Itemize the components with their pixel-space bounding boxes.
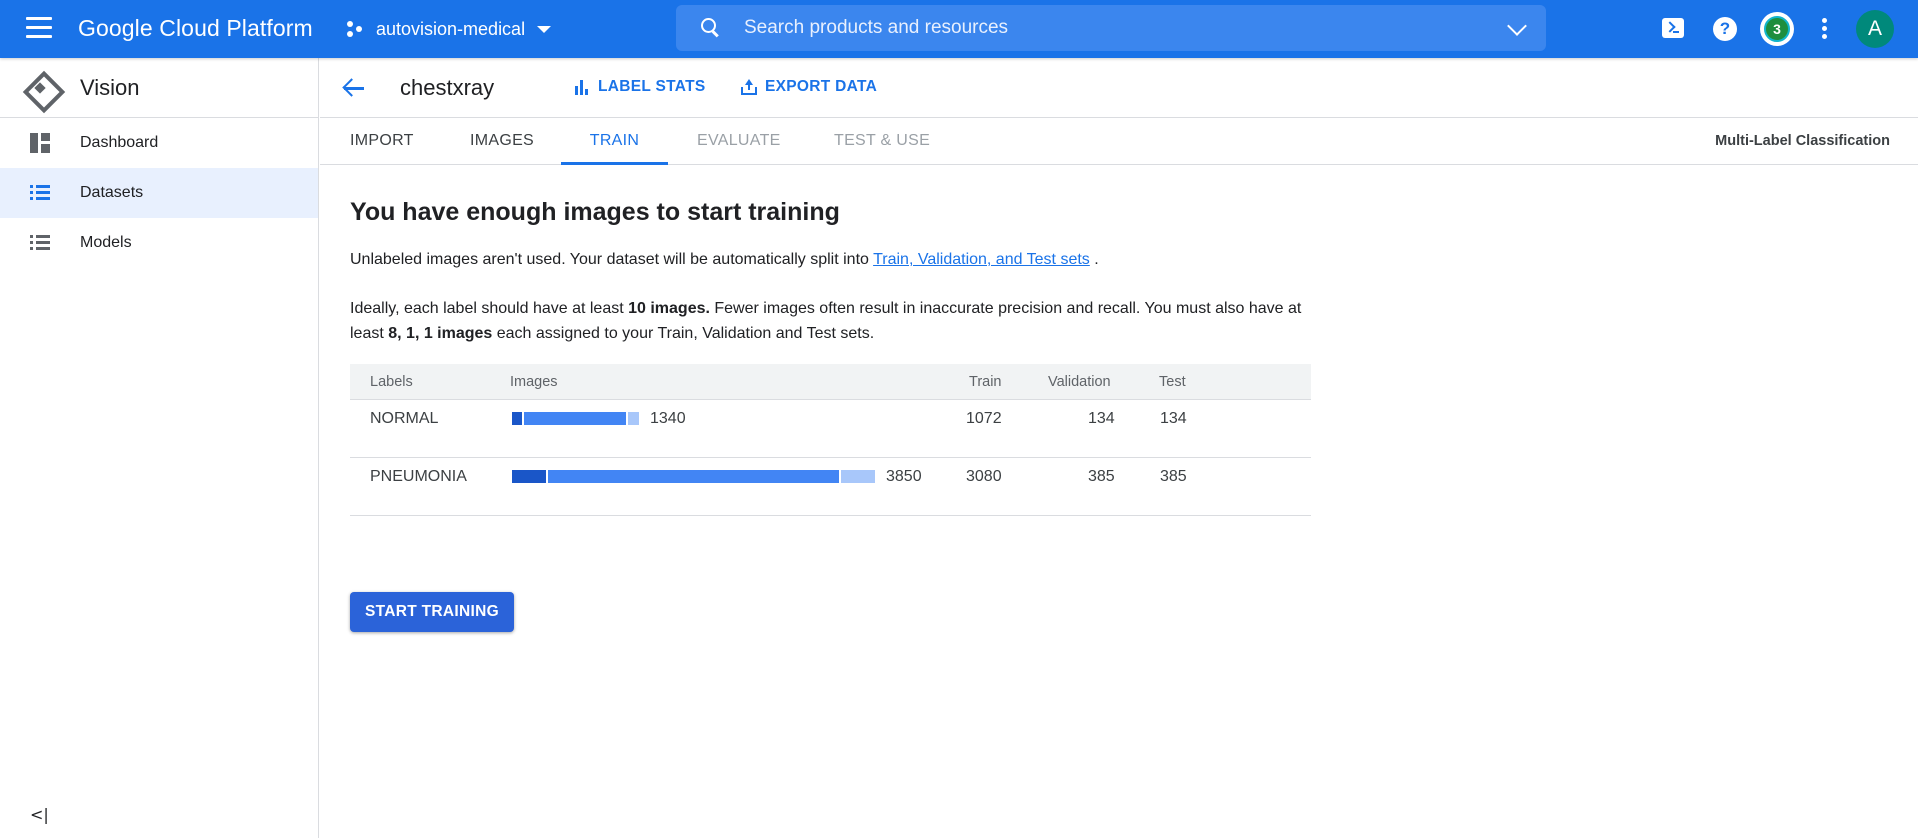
split-info-text: Unlabeled images aren't used. Your datas… — [350, 250, 1099, 270]
tab-train[interactable]: TRAIN — [561, 118, 668, 165]
start-training-button[interactable]: START TRAINING — [350, 592, 514, 632]
sidebar-item-dashboard[interactable]: Dashboard — [0, 118, 318, 168]
section-heading: You have enough images to start training — [350, 198, 840, 226]
bar-segment-validation — [628, 412, 639, 425]
top-app-bar: Google Cloud Platform autovision-medical… — [0, 0, 1918, 58]
tab-import[interactable]: IMPORT — [350, 118, 414, 165]
vision-logo-icon — [22, 70, 58, 106]
bar-segment-test — [512, 412, 522, 425]
sidebar-item-models[interactable]: Models — [0, 218, 318, 268]
req-split-min: 8, 1, 1 images — [388, 325, 493, 342]
req-text-e: each assigned to your Train, Validation … — [492, 325, 875, 342]
export-data-label: EXPORT DATA — [765, 78, 878, 95]
more-vert-icon[interactable] — [1822, 18, 1828, 40]
sidebar-item-datasets[interactable]: Datasets — [0, 168, 318, 218]
images-bar — [512, 470, 875, 483]
page-header: chestxray LABEL STATS EXPORT DATA — [320, 58, 1918, 118]
images-bar — [512, 412, 639, 425]
req-min-images: 10 images. — [628, 300, 710, 317]
notifications-button[interactable]: 3 — [1760, 12, 1794, 46]
dashboard-icon — [30, 133, 50, 153]
req-text-a: Ideally, each label should have at least — [350, 300, 629, 317]
task-type-label: Multi-Label Classification — [1715, 133, 1890, 149]
menu-icon[interactable] — [26, 17, 52, 39]
requirements-text: Ideally, each label should have at least… — [350, 296, 1320, 346]
page-title: chestxray — [400, 75, 495, 100]
validation-count: 134 — [1088, 410, 1115, 427]
bar-segment-train — [524, 412, 626, 425]
split-info-suffix: . — [1089, 251, 1099, 268]
test-count: 134 — [1160, 410, 1187, 427]
sidebar-title: Vision — [80, 74, 140, 100]
bar-segment-test — [512, 470, 546, 483]
images-count: 1340 — [650, 410, 686, 427]
search-icon — [700, 17, 722, 39]
sidebar-item-label: Datasets — [80, 184, 144, 201]
tab-test-and-use: TEST & USE — [834, 132, 931, 149]
list-icon — [30, 183, 50, 203]
upload-icon — [741, 79, 757, 95]
col-train: Train — [969, 374, 1002, 390]
split-info-prefix: Unlabeled images aren't used. Your datas… — [350, 251, 874, 268]
search-bar[interactable] — [676, 5, 1546, 51]
label-stats-table: Labels Images Train Validation Test NORM… — [350, 364, 1311, 516]
col-labels: Labels — [370, 374, 413, 390]
row-label: PNEUMONIA — [370, 468, 467, 485]
bar-segment-train — [548, 470, 839, 483]
export-data-button[interactable]: EXPORT DATA — [741, 78, 877, 96]
brand-title[interactable]: Google Cloud Platform — [78, 15, 313, 42]
chevron-down-icon — [537, 25, 552, 33]
col-test: Test — [1159, 374, 1186, 390]
train-count: 1072 — [966, 410, 1002, 427]
sidebar-header: Vision — [0, 58, 318, 118]
test-count: 385 — [1160, 468, 1187, 485]
train-count: 3080 — [966, 468, 1002, 485]
row-label: NORMAL — [370, 410, 439, 427]
validation-count: 385 — [1088, 468, 1115, 485]
sidebar-item-label: Dashboard — [80, 134, 159, 151]
sidebar: Vision Dashboard Datasets Models <| — [0, 58, 319, 838]
help-icon[interactable]: ? — [1713, 17, 1737, 41]
account-avatar[interactable]: A — [1856, 10, 1894, 48]
project-icon — [346, 19, 366, 39]
notification-count: 3 — [1764, 16, 1790, 42]
bar-segment-validation — [841, 470, 875, 483]
images-count: 3850 — [886, 468, 922, 485]
col-images: Images — [510, 374, 558, 390]
col-validation: Validation — [1048, 374, 1111, 390]
project-name: autovision-medical — [376, 18, 526, 39]
tab-bar: IMPORT IMAGES TRAIN EVALUATE TEST & USE … — [320, 118, 1918, 165]
tab-evaluate: EVALUATE — [697, 132, 781, 149]
main-content: chestxray LABEL STATS EXPORT DATA IMPORT… — [320, 58, 1918, 838]
collapse-sidebar-icon[interactable]: <| — [30, 805, 49, 824]
list-icon — [30, 233, 50, 253]
back-arrow-icon[interactable] — [342, 77, 364, 99]
sidebar-item-label: Models — [80, 234, 132, 251]
chevron-down-icon[interactable] — [1507, 16, 1527, 36]
search-input[interactable] — [744, 17, 1484, 39]
label-stats-label: LABEL STATS — [598, 78, 706, 95]
bar-chart-icon — [574, 79, 590, 95]
table-row: PNEUMONIA 3850 3080 385 385 — [350, 458, 1311, 516]
table-row: NORMAL 1340 1072 134 134 — [350, 400, 1311, 458]
label-stats-button[interactable]: LABEL STATS — [574, 78, 706, 96]
tab-images[interactable]: IMAGES — [470, 118, 534, 165]
cloud-shell-icon[interactable] — [1662, 18, 1684, 38]
project-selector[interactable]: autovision-medical — [346, 14, 552, 44]
train-validation-test-link[interactable]: Train, Validation, and Test sets — [873, 251, 1090, 268]
table-header: Labels Images Train Validation Test — [350, 364, 1311, 400]
